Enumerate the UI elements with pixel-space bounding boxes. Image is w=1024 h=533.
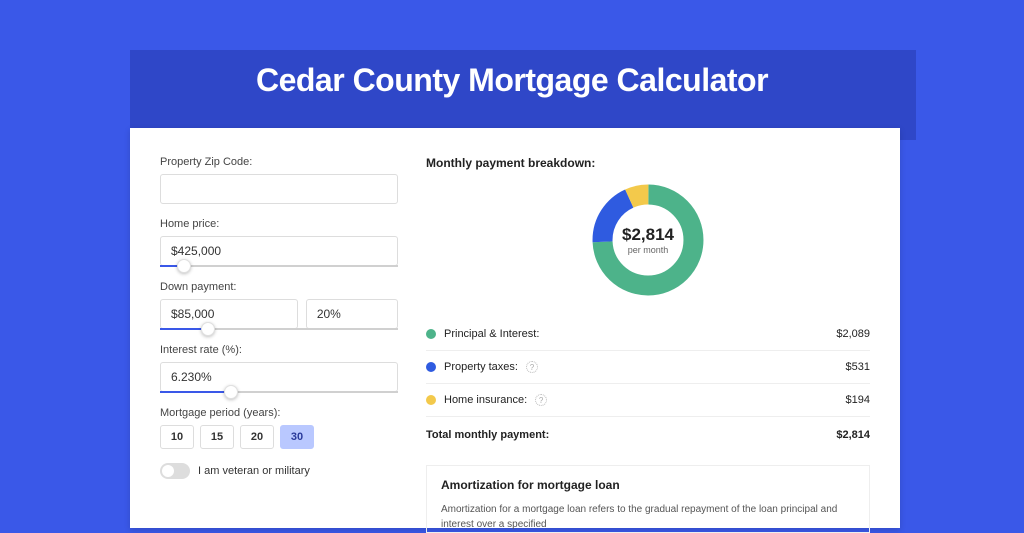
home-price-slider[interactable] xyxy=(160,265,398,267)
down-payment-slider[interactable] xyxy=(160,328,398,330)
zip-input[interactable] xyxy=(160,174,398,204)
page-title: Cedar County Mortgage Calculator xyxy=(0,62,1024,99)
legend-label: Property taxes: xyxy=(444,361,518,373)
interest-rate-slider-thumb[interactable] xyxy=(224,385,238,399)
interest-rate-field-group: Interest rate (%): xyxy=(160,344,398,393)
total-amount: $2,814 xyxy=(836,429,870,441)
home-price-label: Home price: xyxy=(160,218,398,230)
down-payment-amount-input[interactable] xyxy=(160,299,298,329)
down-payment-label: Down payment: xyxy=(160,281,398,293)
zip-field-group: Property Zip Code: xyxy=(160,156,398,204)
dot-icon xyxy=(426,329,436,339)
veteran-row: I am veteran or military xyxy=(160,463,398,479)
donut-wrap: $2,814 per month xyxy=(426,180,870,300)
veteran-toggle[interactable] xyxy=(160,463,190,479)
calculator-card: Property Zip Code: Home price: Down paym… xyxy=(130,128,900,528)
legend-home-insurance: Home insurance: ? $194 xyxy=(426,384,870,417)
amortization-section: Amortization for mortgage loan Amortizat… xyxy=(426,465,870,533)
payment-donut-chart: $2,814 per month xyxy=(588,180,708,300)
info-icon[interactable]: ? xyxy=(526,361,538,373)
amortization-text: Amortization for a mortgage loan refers … xyxy=(441,502,855,532)
breakdown-title: Monthly payment breakdown: xyxy=(426,156,870,170)
form-column: Property Zip Code: Home price: Down paym… xyxy=(160,156,398,528)
interest-rate-input[interactable] xyxy=(160,362,398,392)
interest-rate-label: Interest rate (%): xyxy=(160,344,398,356)
veteran-label: I am veteran or military xyxy=(198,465,310,477)
interest-rate-slider[interactable] xyxy=(160,391,398,393)
period-button-30[interactable]: 30 xyxy=(280,425,314,449)
mortgage-period-field-group: Mortgage period (years): 10 15 20 30 xyxy=(160,407,398,449)
legend-total: Total monthly payment: $2,814 xyxy=(426,417,870,451)
period-button-10[interactable]: 10 xyxy=(160,425,194,449)
period-button-15[interactable]: 15 xyxy=(200,425,234,449)
home-price-field-group: Home price: xyxy=(160,218,398,267)
legend-property-taxes: Property taxes: ? $531 xyxy=(426,351,870,384)
legend-amount: $531 xyxy=(846,361,870,373)
info-icon[interactable]: ? xyxy=(535,394,547,406)
down-payment-field-group: Down payment: xyxy=(160,281,398,330)
breakdown-column: Monthly payment breakdown: $2,814 per mo… xyxy=(426,156,870,528)
donut-sub: per month xyxy=(628,245,669,255)
dot-icon xyxy=(426,395,436,405)
donut-center: $2,814 per month xyxy=(588,180,708,300)
donut-amount: $2,814 xyxy=(622,225,674,245)
period-options: 10 15 20 30 xyxy=(160,425,398,449)
home-price-input[interactable] xyxy=(160,236,398,266)
down-payment-percent-input[interactable] xyxy=(306,299,398,329)
dot-icon xyxy=(426,362,436,372)
home-price-slider-thumb[interactable] xyxy=(177,259,191,273)
mortgage-period-label: Mortgage period (years): xyxy=(160,407,398,419)
legend-label: Home insurance: xyxy=(444,394,527,406)
zip-label: Property Zip Code: xyxy=(160,156,398,168)
legend-amount: $2,089 xyxy=(836,328,870,340)
legend-principal-interest: Principal & Interest: $2,089 xyxy=(426,318,870,351)
legend-amount: $194 xyxy=(846,394,870,406)
total-label: Total monthly payment: xyxy=(426,429,549,441)
amortization-title: Amortization for mortgage loan xyxy=(441,478,855,492)
period-button-20[interactable]: 20 xyxy=(240,425,274,449)
legend-label: Principal & Interest: xyxy=(444,328,539,340)
down-payment-slider-thumb[interactable] xyxy=(201,322,215,336)
